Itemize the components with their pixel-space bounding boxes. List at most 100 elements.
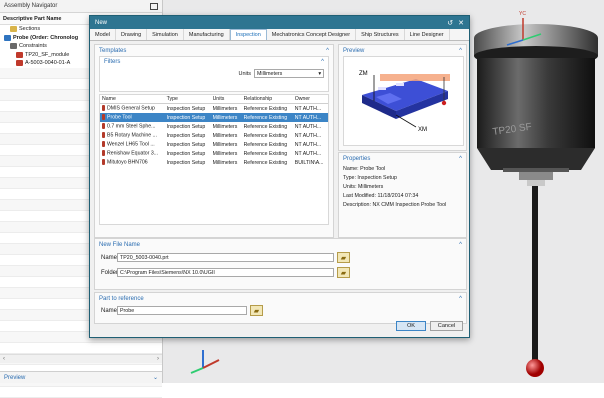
folder-path-input[interactable]: C:\Program Files\Siemens\NX 10.0\UGII (117, 268, 334, 277)
tab-line-designer[interactable]: Line Designer (405, 29, 450, 40)
properties-group: Properties ^ Name: Probe Tool Type: Inspe… (338, 152, 467, 238)
part-to-reference-group: Part to reference ^ Name Probe ▰ (94, 292, 467, 324)
template-row[interactable]: Mitutoyo BHN706 Inspection Setup Millimete… (100, 158, 328, 167)
tab-drawing[interactable]: Drawing (116, 29, 148, 40)
preview-group: Preview ^ ZM XM (338, 44, 467, 151)
empty-cell (293, 176, 328, 185)
templates-header[interactable]: Templates ^ (95, 45, 333, 56)
dialog-titlebar[interactable]: New ↺ ✕ (90, 16, 469, 29)
template-relationship-cell: Reference Existing (241, 113, 293, 122)
zm-axis-label: ZM (359, 71, 368, 77)
column-header[interactable]: Units (210, 95, 242, 104)
template-row[interactable]: B5 Rotary Machine ... Inspection Setup Mil… (100, 131, 328, 140)
empty-template-row (100, 167, 328, 176)
restore-window-icon[interactable] (150, 2, 158, 10)
empty-cell (100, 167, 165, 176)
tree-node-label: Probe (Order: Chronolog (13, 34, 79, 41)
template-name: Renishaw Equator 3... (107, 150, 159, 157)
properties-header[interactable]: Properties ^ (339, 153, 466, 164)
browse-folder-icon[interactable]: ▰ (337, 267, 350, 278)
preview-section-header[interactable]: Preview ⌄ (0, 371, 162, 383)
template-owner-cell: NT AUTH... (294, 141, 322, 148)
navigator-title: Assembly Navigator (4, 3, 58, 9)
property-line: Last Modified: 11/18/2014 07:34 (343, 193, 419, 199)
empty-cell (293, 203, 328, 212)
template-row[interactable]: 0.7 mm Steel Sphe... Inspection Setup Mill… (100, 122, 328, 131)
template-name-cell: DMIS General Setup (100, 104, 165, 114)
column-header[interactable]: Relationship (241, 95, 293, 104)
tab-mechatronics-concept-designer[interactable]: Mechatronics Concept Designer (267, 29, 357, 40)
units-filter: Units Millimeters ▾ (100, 67, 328, 80)
tab-model[interactable]: Model (90, 29, 116, 40)
template-row[interactable]: Probe Tool Inspection Setup Millimeters Ref… (100, 113, 328, 122)
units-select[interactable]: Millimeters ▾ (254, 69, 324, 78)
probe-template-icon (102, 159, 105, 166)
empty-cell (211, 176, 242, 185)
cancel-button[interactable]: Cancel (430, 321, 463, 331)
template-units-cell: Millimeters (212, 123, 238, 130)
empty-cell (211, 212, 242, 221)
filters-header[interactable]: Filters ^ (100, 57, 328, 67)
template-name: DMIS General Setup (107, 105, 155, 112)
empty-cell (165, 167, 211, 176)
template-type-cell: Inspection Setup (166, 132, 206, 139)
dialog-title: New (95, 19, 108, 26)
template-name: Wenzel LH65 Tool ... (107, 141, 155, 148)
file-name-input[interactable]: TP20_5003-0040.prt (117, 253, 334, 262)
empty-cell (100, 221, 165, 224)
empty-cell (211, 221, 242, 224)
empty-row (0, 386, 162, 398)
empty-cell (242, 194, 293, 203)
empty-cell (165, 194, 211, 203)
tree-node-label: Sections (19, 26, 41, 33)
chevron-down-icon: ⌄ (152, 375, 158, 381)
new-file-name-header[interactable]: New File Name ^ (95, 239, 466, 250)
empty-cell (293, 212, 328, 221)
template-units-cell: Millimeters (212, 159, 238, 166)
part-name-input[interactable]: Probe (117, 306, 247, 315)
browse-name-folder-icon[interactable]: ▰ (337, 252, 350, 263)
template-row[interactable]: Renishaw Equator 3... Inspection Setup Mil… (100, 149, 328, 158)
horizontal-scrollbar[interactable]: ‹ › (0, 354, 162, 363)
column-header[interactable]: Name (100, 95, 165, 104)
preview-header[interactable]: Preview ^ (339, 45, 466, 56)
scroll-left-icon[interactable]: ‹ (3, 356, 5, 362)
template-type-cell: Inspection Setup (166, 123, 206, 130)
ok-button[interactable]: OK (396, 321, 426, 331)
empty-cell (242, 185, 293, 194)
part-name-row: Name Probe ▰ (95, 304, 466, 317)
browse-part-folder-icon[interactable]: ▰ (250, 305, 263, 316)
properties-list: Name: Probe Tool Type: Inspection Setup Un… (339, 164, 466, 211)
close-icon[interactable]: ✕ (458, 19, 464, 27)
template-row[interactable]: DMIS General Setup Inspection Setup Millim… (100, 104, 328, 114)
empty-cell (242, 203, 293, 212)
part-name-value: Probe (120, 307, 135, 314)
tab-simulation[interactable]: Simulation (147, 29, 184, 40)
template-name-cell: Renishaw Equator 3... (100, 149, 165, 158)
column-header[interactable]: Owner (292, 95, 328, 104)
reset-icon[interactable]: ↺ (447, 19, 453, 27)
part-to-reference-heading: Part to reference (99, 295, 144, 302)
name-row: Name TP20_5003-0040.prt ▰ (95, 250, 466, 265)
empty-template-row (100, 185, 328, 194)
properties-heading: Properties (343, 155, 371, 162)
units-value: Millimeters (257, 70, 283, 77)
property-line: Description: NX CMM Inspection Probe Too… (343, 202, 447, 208)
property-line: Type: Inspection Setup (343, 175, 397, 181)
template-relationship-cell: Reference Existing (243, 159, 288, 166)
template-row[interactable]: Wenzel LH65 Tool ... Inspection Setup Mill… (100, 140, 328, 149)
template-units-cell: Millimeters (212, 132, 238, 139)
empty-template-row (100, 221, 328, 224)
templates-heading: Templates (99, 47, 127, 54)
template-relationship-cell: Reference Existing (243, 105, 288, 112)
collapse-icon: ^ (326, 47, 329, 54)
template-owner-cell: BUILTIN\A... (294, 159, 324, 166)
part-to-reference-header[interactable]: Part to reference ^ (95, 293, 466, 304)
empty-cell (242, 167, 293, 176)
tab-ship-structures[interactable]: Ship Structures (356, 29, 405, 40)
column-header[interactable]: Type (164, 95, 211, 104)
tab-manufacturing[interactable]: Manufacturing (184, 29, 230, 40)
empty-cell (211, 194, 242, 203)
tab-inspection[interactable]: Inspection (229, 29, 267, 40)
scroll-right-icon[interactable]: › (157, 356, 159, 362)
